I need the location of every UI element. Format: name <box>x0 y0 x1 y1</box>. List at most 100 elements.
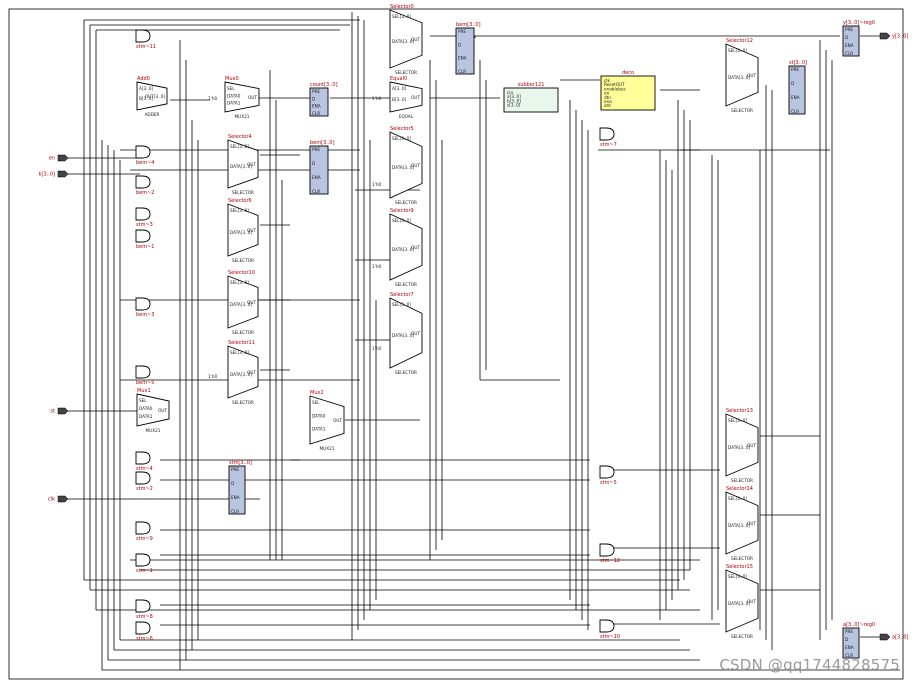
input-pin-en: en <box>49 154 69 162</box>
gate-label: stm~2 <box>136 486 153 492</box>
block-type-equal0: EQUAL <box>399 114 414 119</box>
block-sel14: Selector14SELECTORSEL[3..0]DATA[3..0]OUT <box>725 486 759 561</box>
gate-stm-12: stm~12 <box>599 543 620 564</box>
register-yreg: y[3..0]~reg0PRE D ENA CLR <box>842 20 875 57</box>
gate-stm-6: stm~6 <box>135 621 153 642</box>
block-port: SEL[3..0] <box>230 350 249 355</box>
block-mux1: Mux1 MUX21 SEL DATA0 DATA1 OUT <box>136 388 170 433</box>
block-label-sel9: Selector9 <box>390 208 414 214</box>
register-port: CLR <box>231 509 239 514</box>
gate-label: stm~10 <box>600 634 620 640</box>
and-gate-icon <box>599 127 615 141</box>
block-sel7: Selector7SELECTORSEL[3..0]DATA[3..0]OUT <box>389 292 423 375</box>
gate-label: stm~9 <box>136 536 153 542</box>
block-port: SEL[3..0] <box>728 496 747 501</box>
block-label-sel7: Selector7 <box>390 292 414 298</box>
block-label-mux2: Mux2 <box>310 390 324 396</box>
gate-label: stm~7 <box>600 142 617 148</box>
block-port: OUT <box>248 95 257 100</box>
register-stm: stm[3..0]PRE D ENA CLR <box>228 460 252 515</box>
block-type-sel10: SELECTOR <box>232 330 254 335</box>
block-type-sel4: SELECTOR <box>232 190 254 195</box>
frame-border <box>8 8 904 680</box>
block-label-sel13: Selector13 <box>726 408 753 414</box>
register-port: PRE <box>791 67 799 72</box>
register-port: PRE <box>845 629 853 634</box>
block-port: OUT <box>411 245 420 250</box>
gate-bem-5: bem~5 <box>135 365 155 386</box>
gate-bem-3: bem~3 <box>135 297 155 318</box>
block-label-mux1: Mux1 <box>137 388 151 394</box>
watermark: CSDN @qq1744828575 <box>719 656 900 674</box>
register-port: D <box>845 637 848 642</box>
block-sel15: Selector15SELECTORSEL[3..0]DATA[3..0]OUT <box>725 564 759 639</box>
gate-stm-4: stm~4 <box>135 451 153 472</box>
output-pin-label-y: y[3..0] <box>892 34 908 40</box>
block-port: A[3..0] <box>392 86 406 91</box>
register-port: PRE <box>231 467 239 472</box>
constant-label: 1'h0 <box>372 264 381 269</box>
register-port: D <box>458 42 461 47</box>
block-port: SEL[3..0] <box>728 48 747 53</box>
gate-bem-1: bem~1 <box>135 229 155 250</box>
block-port: OUT <box>411 37 420 42</box>
register-body <box>455 27 475 75</box>
rtl-schematic: en k[3..0] st clk y[3..0] a[3..0] Add0 ADDER A[3… <box>8 4 909 680</box>
block-port: SEL[3..0] <box>728 418 747 423</box>
gate-stm-3: stm~3 <box>135 207 153 228</box>
gate-stm-11: stm~11 <box>135 29 156 50</box>
register-label-st2: st[3..0] <box>789 60 807 66</box>
block-port: SEL[3..0] <box>392 136 411 141</box>
constant-label: 1'h0 <box>372 182 381 187</box>
block-port: s[3..0] <box>507 103 521 108</box>
register-port: CLR <box>312 111 320 116</box>
gate-label: stm~6 <box>136 636 153 642</box>
gate-label: stm~11 <box>136 44 156 50</box>
block-port: DATA0 <box>312 413 326 418</box>
register-port: CLR <box>458 69 466 74</box>
block-mux2: Mux2 MUX21 SEL DATA0 DATA1 OUT <box>309 390 345 451</box>
gate-label: bem~3 <box>136 312 155 318</box>
block-port: OUT <box>411 331 420 336</box>
input-pin-label-clk: clk <box>48 497 55 503</box>
register-port: ENA <box>791 95 800 100</box>
block-port: SEL <box>312 400 320 405</box>
and-gate-icon <box>599 543 615 557</box>
input-pin-icon <box>57 154 69 162</box>
and-gate-icon <box>599 619 615 633</box>
block-port: OUT[3..0] <box>145 94 166 99</box>
gate-stm-10: stm~10 <box>599 619 620 640</box>
block-type-mux0: MUX21 <box>235 114 250 119</box>
register-port: PRE <box>312 89 320 94</box>
block-port: SEL[3..0] <box>392 14 411 19</box>
block-label-equal0: Equal0 <box>390 76 407 82</box>
block-port: dnt <box>604 103 611 108</box>
and-gate-icon <box>135 145 151 159</box>
register-beta: bem[3..0]PRE D ENA CLR <box>455 22 481 75</box>
register-port: ENA <box>845 43 854 48</box>
block-type-sel6: SELECTOR <box>232 258 254 263</box>
block-sel12: Selector12SELECTORSEL[3..0]DATA[3..0]OUT <box>725 38 759 113</box>
block-type-mux1: MUX21 <box>146 428 161 433</box>
block-port: DATA0 <box>139 406 153 411</box>
register-body <box>309 145 329 195</box>
block-port: OUT <box>411 95 420 100</box>
block-deco: decoclkResetOUTenablebusendtnenadnt <box>600 70 656 111</box>
register-label-stm: stm[3..0] <box>229 460 252 466</box>
gate-bem-4: bem~4 <box>135 145 155 166</box>
register-port: ENA <box>458 56 467 61</box>
output-pin-a: a[3..0] <box>879 633 909 641</box>
block-label-sel0: Selector0 <box>390 4 414 10</box>
block-port: DATA1 <box>139 414 153 419</box>
block-mux0: Mux0 MUX21 SEL DATA0 DATA1 OUT <box>224 76 260 119</box>
block-label-mux0: Mux0 <box>225 76 239 82</box>
output-pin-label-a: a[3..0] <box>892 635 909 641</box>
and-gate-icon <box>135 471 151 485</box>
register-port: D <box>312 96 315 101</box>
block-label-sel10: Selector10 <box>228 270 255 276</box>
constant-label: 1'h0 <box>208 96 217 101</box>
register-areg: a[3..0]~reg0PREDENACLR <box>842 622 875 659</box>
block-port: OUT <box>747 521 756 526</box>
block-port: SEL <box>227 86 235 91</box>
and-gate-icon <box>135 621 151 635</box>
